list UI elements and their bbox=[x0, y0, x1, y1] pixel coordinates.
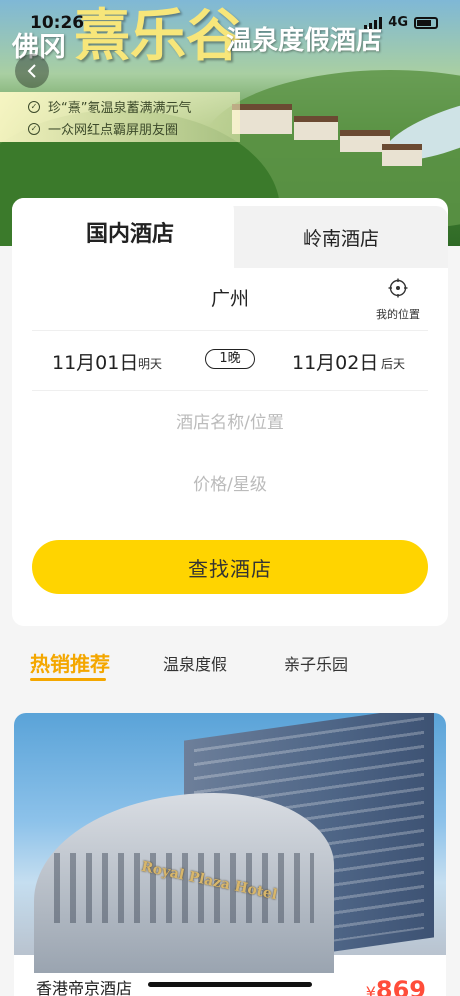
price-value: 869 bbox=[375, 976, 426, 996]
status-time: 10:26 bbox=[30, 13, 85, 33]
back-button[interactable] bbox=[15, 54, 49, 88]
signal-icon bbox=[364, 16, 383, 29]
tab-domestic-label[interactable]: 国内酒店 bbox=[12, 216, 248, 248]
status-bar: 10:26 4G bbox=[0, 0, 460, 44]
divider bbox=[32, 390, 428, 391]
category-active-underline bbox=[30, 678, 106, 681]
search-hotel-button[interactable]: 查找酒店 bbox=[32, 540, 428, 594]
category-tab-family[interactable]: 亲子乐园 bbox=[284, 651, 348, 675]
tab-lingnan-label[interactable]: 岭南酒店 bbox=[234, 224, 448, 251]
hotel-name: 香港帝京酒店 bbox=[36, 979, 133, 996]
hotel-card[interactable]: Royal Plaza Hotel 香港帝京酒店 ¥869 bbox=[14, 713, 446, 996]
my-location-label: 我的位置 bbox=[376, 308, 420, 321]
checkin-day-tag: 明天 bbox=[138, 357, 163, 371]
location-target-icon bbox=[388, 278, 408, 298]
banner-slogans: ✓ 珍“熹”氡温泉蓄满满元气 ✓ 一众网红点霸屏朋友圈 bbox=[0, 92, 240, 142]
checkout-date[interactable]: 11月02日 bbox=[292, 348, 378, 375]
hotel-keyword-input[interactable] bbox=[12, 410, 448, 436]
nights-badge: 1晚 bbox=[205, 349, 255, 369]
chevron-left-icon bbox=[27, 64, 36, 78]
price-currency: ¥ bbox=[365, 983, 376, 996]
checkout-day-tag: 后天 bbox=[381, 357, 406, 371]
hotel-type-tabs: 国内酒店 岭南酒店 bbox=[12, 198, 448, 268]
price-star-input[interactable] bbox=[12, 472, 448, 498]
banner-resort-buildings bbox=[232, 98, 422, 170]
check-icon: ✓ bbox=[28, 100, 40, 113]
category-tab-hot[interactable]: 热销推荐 bbox=[30, 648, 110, 677]
battery-icon bbox=[414, 16, 438, 29]
my-location-button[interactable]: 我的位置 bbox=[368, 278, 428, 322]
slogan-item: ✓ 珍“熹”氡温泉蓄满满元气 bbox=[28, 97, 191, 116]
checkin-date[interactable]: 11月01日 bbox=[52, 348, 138, 375]
hotel-photo: Royal Plaza Hotel bbox=[14, 713, 446, 973]
hotel-price: ¥869 bbox=[366, 976, 426, 996]
slogan-item: ✓ 一众网红点霸屏朋友圈 bbox=[28, 119, 178, 138]
divider bbox=[32, 330, 428, 331]
network-type: 4G bbox=[388, 15, 408, 30]
home-indicator bbox=[148, 982, 312, 987]
category-tab-hotspring[interactable]: 温泉度假 bbox=[163, 651, 227, 675]
hotel-search-card: 国内酒店 岭南酒店 广州 我的位置 11月01日 明天 1晚 11月02日 后天… bbox=[12, 198, 448, 626]
check-icon: ✓ bbox=[28, 122, 40, 135]
